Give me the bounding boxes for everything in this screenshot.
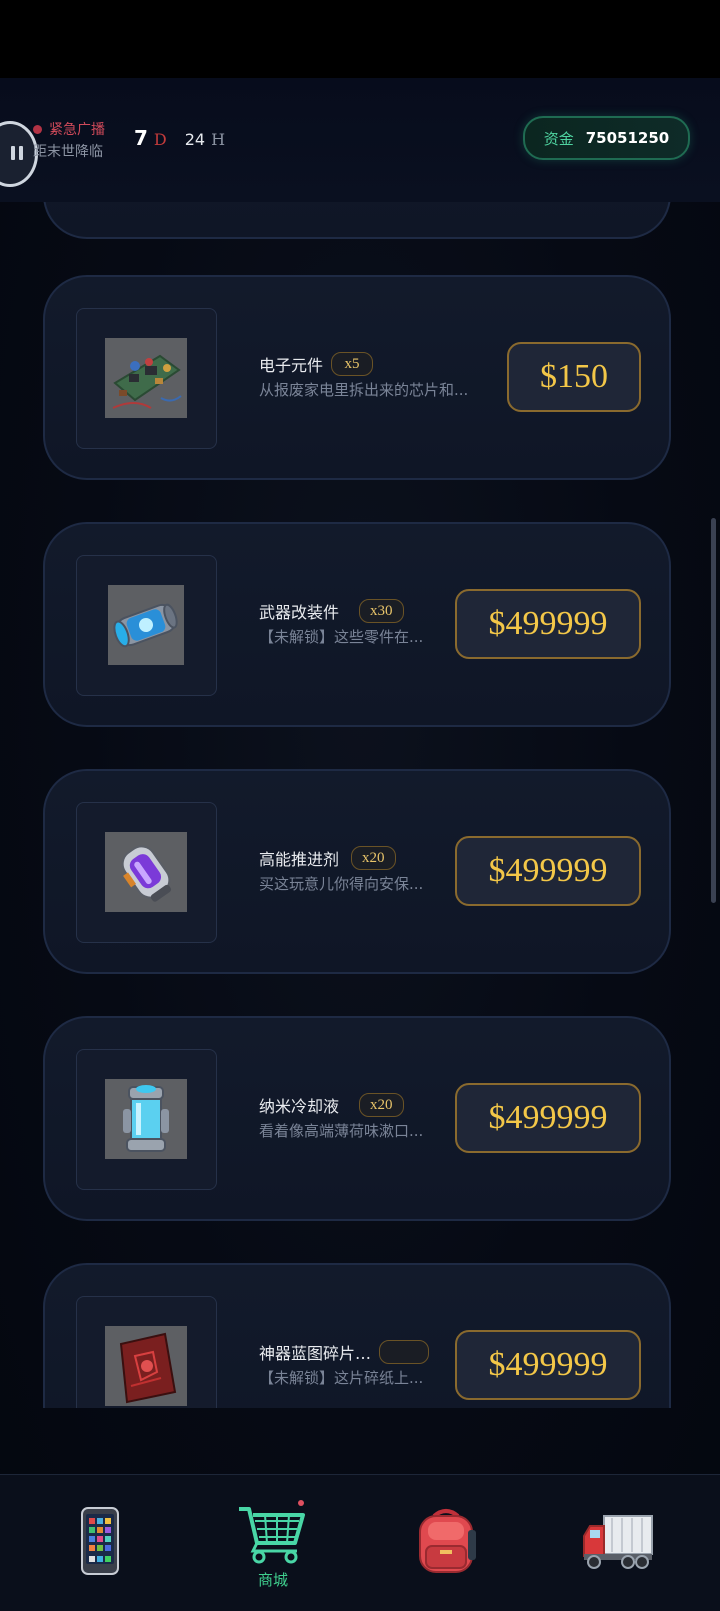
- item-quantity-badge: [379, 1340, 430, 1364]
- buy-price-button[interactable]: $499999: [455, 836, 641, 906]
- nav-item-shop[interactable]: 商城: [183, 1475, 363, 1611]
- broadcast-subtitle: 距末世降临: [33, 144, 103, 160]
- item-quantity-badge: x30: [359, 599, 404, 623]
- nav-item-truck[interactable]: [528, 1475, 708, 1611]
- top-header: 紧急广播 距末世降临 7 D 24 H 资金 75051250: [0, 78, 720, 202]
- item-name: 电子元件: [259, 356, 324, 375]
- app-screen: 紧急广播 距末世降临 7 D 24 H 资金 75051250 电子元件 x5 …: [0, 78, 720, 1610]
- buy-price-button[interactable]: $499999: [455, 589, 641, 659]
- nav-item-backpack[interactable]: [356, 1475, 536, 1611]
- coolant-tank-icon: [105, 1079, 187, 1159]
- circuit-board-icon: [105, 338, 187, 418]
- backpack-icon: [419, 1509, 476, 1573]
- funds-badge: 资金 75051250: [523, 116, 690, 160]
- nav-label-shop: 商城: [257, 1570, 288, 1589]
- propellant-canister-icon: [105, 832, 187, 912]
- shop-item-card[interactable]: 神器蓝图碎片… 【未解锁】这片碎纸上... $499999: [43, 1263, 671, 1408]
- nav-item-phone[interactable]: [10, 1475, 190, 1611]
- energy-capsule-icon: [108, 585, 184, 665]
- shop-item-list[interactable]: 电子元件 x5 从报废家电里拆出来的芯片和... $150 武器改装件 x30 …: [0, 202, 720, 1408]
- item-name: 武器改装件: [259, 603, 340, 622]
- funds-label: 资金: [543, 129, 574, 148]
- item-thumbnail-frame: [76, 802, 217, 943]
- item-description: 买这玩意儿你得向安保...: [259, 875, 424, 893]
- item-thumbnail-frame: [76, 1049, 217, 1190]
- buy-price-button[interactable]: $150: [507, 342, 641, 412]
- shop-item-card[interactable]: 武器改装件 x30 【未解锁】这些零件在... $499999: [43, 522, 671, 727]
- countdown-hours: 24: [184, 130, 206, 149]
- shopping-cart-icon: [239, 1499, 305, 1563]
- shop-item-card[interactable]: 电子元件 x5 从报废家电里拆出来的芯片和... $150: [43, 275, 671, 480]
- shop-item-card[interactable]: 高能推进剂 x20 买这玩意儿你得向安保... $499999: [43, 769, 671, 974]
- countdown-days: 7: [134, 126, 148, 150]
- item-thumbnail-frame: [76, 555, 217, 696]
- item-description: 【未解锁】这些零件在...: [259, 628, 424, 646]
- blueprint-fragment-icon: [105, 1326, 187, 1406]
- item-name: 高能推进剂: [259, 850, 340, 869]
- phone-icon: [81, 1507, 119, 1575]
- item-name: 神器蓝图碎片…: [259, 1344, 372, 1363]
- emergency-broadcast: 紧急广播 距末世降临: [33, 119, 105, 161]
- list-scrollbar[interactable]: [711, 518, 716, 903]
- item-thumbnail-frame: [76, 1296, 217, 1408]
- shop-item-card[interactable]: 纳米冷却液 x20 看着像高端薄荷味漱口... $499999: [43, 1016, 671, 1221]
- item-name: 纳米冷却液: [259, 1097, 340, 1116]
- item-description: 【未解锁】这片碎纸上...: [259, 1369, 424, 1387]
- buy-price-button[interactable]: $499999: [455, 1083, 641, 1153]
- countdown-hour-unit: H: [211, 130, 226, 149]
- funds-value: 75051250: [585, 129, 670, 147]
- doomsday-countdown: 7 D 24 H: [134, 126, 225, 150]
- broadcast-title: 紧急广播: [49, 122, 105, 138]
- item-description: 看着像高端薄荷味漱口...: [259, 1122, 424, 1140]
- countdown-day-unit: D: [153, 130, 167, 149]
- truck-icon: [583, 1515, 653, 1569]
- item-description: 从报废家电里拆出来的芯片和...: [259, 381, 469, 399]
- bottom-nav-bar: 商城: [0, 1474, 720, 1611]
- buy-price-button[interactable]: $499999: [455, 1330, 641, 1400]
- item-quantity-badge: x20: [351, 846, 396, 870]
- item-thumbnail-frame: [76, 308, 217, 449]
- item-quantity-badge: x5: [331, 352, 374, 376]
- alert-dot-icon: [33, 124, 42, 134]
- item-quantity-badge: x20: [359, 1093, 404, 1117]
- shop-item-card-partial: [43, 202, 671, 239]
